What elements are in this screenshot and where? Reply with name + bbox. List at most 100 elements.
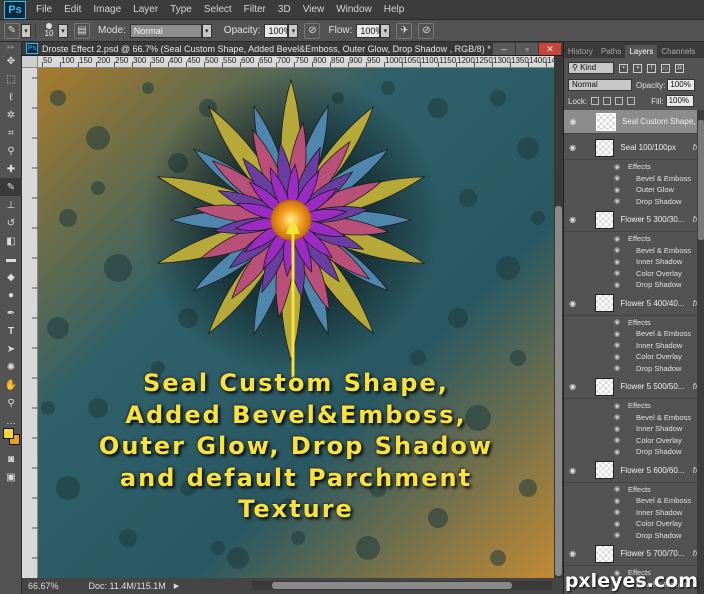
effect-visibility-eye-icon[interactable]: ◉ — [610, 497, 624, 505]
flow-dropdown[interactable]: ▾ — [380, 23, 391, 38]
quick-select-tool-icon[interactable]: ✲ — [0, 106, 22, 124]
move-tool-icon[interactable]: ✥ — [0, 52, 22, 70]
effect-item[interactable]: ◉ Inner Shadow — [564, 340, 704, 352]
layer-opacity-input[interactable]: 100% — [667, 79, 696, 91]
canvas-horizontal-scrollbar[interactable] — [252, 581, 552, 590]
crop-tool-icon[interactable]: ⌗ — [0, 124, 22, 142]
vertical-ruler[interactable] — [22, 68, 38, 578]
effect-visibility-eye-icon[interactable]: ◉ — [610, 520, 624, 528]
menu-item-view[interactable]: View — [297, 4, 331, 15]
menu-item-type[interactable]: Type — [164, 4, 198, 15]
brush-tool-icon[interactable]: ✎ — [4, 22, 20, 39]
effect-visibility-eye-icon[interactable]: ◉ — [610, 235, 624, 243]
visibility-eye-icon[interactable]: ◉ — [566, 382, 579, 391]
brush-size-picker[interactable]: 10 — [40, 23, 58, 38]
menu-item-help[interactable]: Help — [378, 4, 411, 15]
effect-visibility-eye-icon[interactable]: ◉ — [610, 281, 624, 289]
close-icon[interactable]: ✕ — [539, 43, 561, 55]
dodge-tool-icon[interactable]: ● — [0, 286, 22, 304]
ruler-origin[interactable] — [22, 56, 38, 68]
effect-visibility-eye-icon[interactable]: ◉ — [610, 186, 624, 194]
effect-item[interactable]: ◉ Color Overlay — [564, 518, 704, 530]
healing-brush-tool-icon[interactable]: ✚ — [0, 160, 22, 178]
effects-group[interactable]: ◉ Effects — [564, 233, 704, 245]
document-canvas[interactable]: Seal Custom Shape, Added Bevel&Emboss, O… — [38, 68, 554, 578]
effect-item[interactable]: ◉ Drop Shadow — [564, 446, 704, 458]
effect-item[interactable]: ◉ Color Overlay — [564, 268, 704, 280]
menu-item-image[interactable]: Image — [87, 4, 127, 15]
opacity-input[interactable]: 100% — [264, 23, 292, 38]
effect-visibility-eye-icon[interactable]: ◉ — [610, 246, 624, 254]
layer-row[interactable]: ◉Flower 5 300/30...fx▾ — [564, 208, 704, 232]
flow-input[interactable]: 100% — [356, 23, 383, 38]
foreground-color-swatch[interactable] — [3, 428, 14, 439]
scrollbar-thumb[interactable] — [272, 582, 512, 589]
effect-visibility-eye-icon[interactable]: ◉ — [610, 508, 624, 516]
hand-tool-icon[interactable]: ✋ — [0, 376, 22, 394]
effect-item[interactable]: ◉ Drop Shadow — [564, 530, 704, 542]
menu-item-filter[interactable]: Filter — [238, 4, 272, 15]
tab-channels[interactable]: Channels — [657, 45, 699, 58]
layer-fill-input[interactable]: 100% — [665, 95, 694, 107]
pressure-opacity-icon[interactable]: ⊘ — [304, 22, 321, 39]
menu-item-window[interactable]: Window — [330, 4, 378, 15]
menu-item-select[interactable]: Select — [198, 4, 238, 15]
effect-item[interactable]: ◉ Bevel & Emboss — [564, 412, 704, 424]
layers-scrollbar[interactable] — [697, 110, 704, 594]
lock-pixels-icon[interactable] — [603, 97, 612, 105]
effect-visibility-eye-icon[interactable]: ◉ — [610, 330, 624, 338]
effect-visibility-eye-icon[interactable]: ◉ — [610, 197, 624, 205]
effect-visibility-eye-icon[interactable]: ◉ — [610, 318, 624, 326]
menu-item-layer[interactable]: Layer — [127, 4, 164, 15]
shape-tool-icon[interactable]: ✺ — [0, 358, 22, 376]
pressure-size-icon[interactable]: ⊘ — [418, 22, 435, 39]
effect-item[interactable]: ◉ Bevel & Emboss — [564, 495, 704, 507]
effects-group[interactable]: ◉ Effects — [564, 484, 704, 496]
marquee-tool-icon[interactable]: ⬚ — [0, 70, 22, 88]
airbrush-icon[interactable]: ✈ — [396, 22, 413, 39]
brush-panel-icon[interactable]: ▤ — [74, 22, 90, 39]
minimize-icon[interactable]: – — [493, 43, 515, 55]
blur-tool-icon[interactable]: ◆ — [0, 268, 22, 286]
visibility-eye-icon[interactable]: ◉ — [566, 117, 580, 126]
layer-row[interactable]: ◉ Seal Custom Shape,... — [564, 110, 704, 134]
effect-item[interactable]: ◉ Outer Glow — [564, 184, 704, 196]
effect-item[interactable]: ◉ Color Overlay — [564, 435, 704, 447]
menu-item-edit[interactable]: Edit — [58, 4, 87, 15]
screen-mode-icon[interactable]: ▣ — [0, 468, 22, 486]
effect-visibility-eye-icon[interactable]: ◉ — [610, 364, 624, 372]
effect-item[interactable]: ◉ Drop Shadow — [564, 363, 704, 375]
visibility-eye-icon[interactable]: ◉ — [566, 215, 579, 224]
effect-item[interactable]: ◉ Drop Shadow — [564, 196, 704, 208]
layer-row[interactable]: ◉Flower 5 400/40...fx▾ — [564, 292, 704, 316]
brush-picker-dropdown[interactable]: ▾ — [58, 23, 68, 38]
filter-adjustment-icon[interactable]: ◑ — [633, 63, 642, 73]
scrollbar-thumb[interactable] — [698, 120, 704, 240]
tab-layers[interactable]: Layers — [625, 45, 658, 58]
pen-tool-icon[interactable]: ✒ — [0, 304, 22, 322]
clone-stamp-tool-icon[interactable]: ⊥ — [0, 196, 22, 214]
filter-pixel-icon[interactable]: ▪ — [619, 63, 628, 73]
effect-visibility-eye-icon[interactable]: ◉ — [610, 174, 624, 182]
status-menu-icon[interactable]: ▶ — [174, 582, 179, 590]
effect-visibility-eye-icon[interactable]: ◉ — [610, 436, 624, 444]
type-tool-icon[interactable]: T — [0, 322, 22, 340]
lock-position-icon[interactable] — [615, 97, 624, 105]
effect-visibility-eye-icon[interactable]: ◉ — [610, 402, 624, 410]
effects-group[interactable]: ◉ Effects — [564, 161, 704, 173]
eyedropper-tool-icon[interactable]: ⚲ — [0, 142, 22, 160]
zoom-tool-icon[interactable]: ⚲ — [0, 394, 22, 412]
effect-item[interactable]: ◉ Bevel & Emboss — [564, 173, 704, 185]
restore-icon[interactable]: ▫ — [516, 43, 538, 55]
filter-type-icon[interactable]: T — [647, 63, 656, 73]
opacity-dropdown[interactable]: ▾ — [288, 23, 299, 38]
lock-all-icon[interactable] — [627, 97, 636, 105]
blend-mode-select[interactable]: Normal — [568, 79, 632, 91]
quick-mask-icon[interactable]: ◙ — [0, 450, 22, 468]
effect-item[interactable]: ◉ Inner Shadow — [564, 256, 704, 268]
path-selection-tool-icon[interactable]: ➤ — [0, 340, 22, 358]
filter-smart-object-icon[interactable]: ◘ — [675, 63, 684, 73]
effect-item[interactable]: ◉ Bevel & Emboss — [564, 328, 704, 340]
eraser-tool-icon[interactable]: ◧ — [0, 232, 22, 250]
effect-item[interactable]: ◉ Color Overlay — [564, 351, 704, 363]
